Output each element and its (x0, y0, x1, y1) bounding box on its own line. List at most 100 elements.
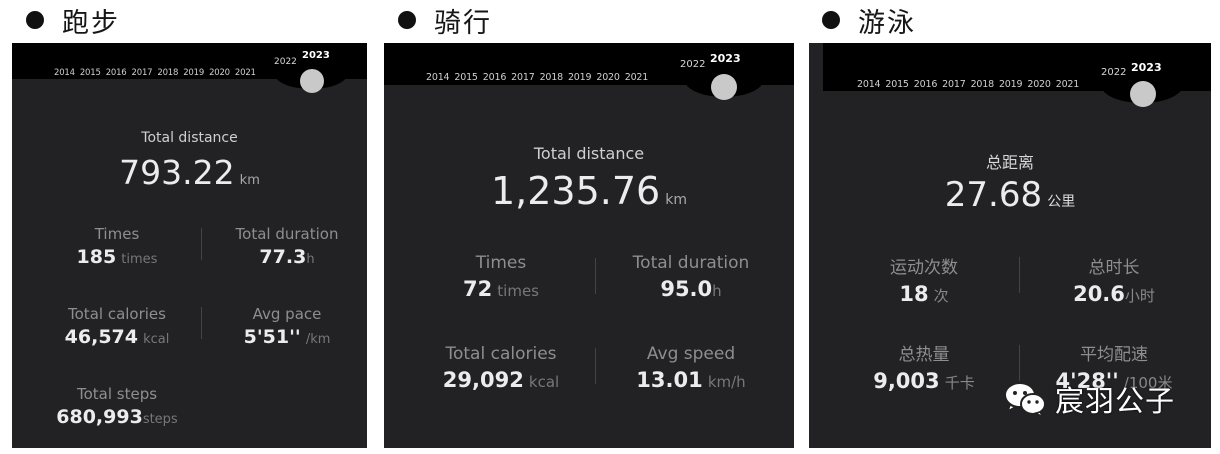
total-distance-label: Total distance (533, 144, 645, 163)
year-2021[interactable]: 2021 (1056, 79, 1080, 90)
year-2022[interactable]: 2022 (1101, 67, 1126, 78)
stat-label: Avg pace (252, 305, 322, 323)
year-2017[interactable]: 2017 (132, 68, 153, 78)
stat-value: 77.3 (259, 246, 307, 268)
year-2019[interactable]: 2019 (568, 72, 592, 83)
stat-value: 72 (462, 277, 493, 301)
total-distance: 793.22 km (12, 153, 367, 192)
stat-unit: /km (305, 332, 331, 347)
stat-label: Total calories (68, 305, 166, 323)
stat-value: 185 (76, 246, 117, 268)
stat-duration: Total duration 95.0h (606, 253, 776, 301)
year-2020[interactable]: 2020 (1027, 79, 1051, 90)
stat-unit: h (712, 282, 722, 300)
stat-unit: steps (142, 412, 178, 427)
stat-unit: km/h (707, 373, 746, 391)
stat-unit: 千卡 (944, 374, 975, 392)
section-title-text: 跑步 (62, 7, 120, 39)
running-card: 2014 2015 2016 2017 2018 2019 2020 2021 … (12, 43, 367, 448)
stat-steps: Total steps 680,993steps (46, 385, 188, 428)
stat-value: 9,003 (873, 369, 940, 393)
year-2018[interactable]: 2018 (540, 72, 564, 83)
year-2017[interactable]: 2017 (942, 79, 966, 90)
stat-times: Times 185 times (46, 225, 188, 268)
total-distance-value: 1,235.76 (490, 169, 661, 213)
year-2020[interactable]: 2020 (209, 68, 230, 78)
stat-value: 29,092 (442, 368, 524, 392)
year-2018[interactable]: 2018 (971, 79, 995, 90)
year-2022[interactable]: 2022 (680, 59, 705, 70)
stat-calories: Total calories 29,092 kcal (416, 344, 586, 392)
year-2021[interactable]: 2021 (235, 68, 256, 78)
year-2016[interactable]: 2016 (483, 72, 507, 83)
stat-unit: times (121, 252, 158, 267)
stat-unit: kcal (528, 373, 560, 391)
total-distance-unit: km (665, 192, 688, 208)
section-title-run: 跑步 (26, 2, 120, 39)
year-slider-knob[interactable] (711, 74, 737, 100)
year-slider-knob[interactable] (300, 69, 324, 93)
total-distance: 27.68 公里 (809, 175, 1211, 215)
divider (595, 348, 596, 384)
year-selector[interactable]: 2014 2015 2016 2017 2018 2019 2020 2021 (426, 72, 648, 83)
bullet-icon (398, 11, 416, 29)
year-selector[interactable]: 2014 2015 2016 2017 2018 2019 2020 2021 (54, 68, 256, 78)
divider (595, 258, 596, 294)
stat-value: 20.6 (1073, 282, 1125, 306)
stat-duration: Total duration 77.3h (212, 225, 362, 268)
stat-label: Total duration (632, 253, 750, 273)
stat-value: 46,574 (64, 326, 138, 348)
watermark-text: 宸羽公子 (1055, 384, 1176, 418)
year-2020[interactable]: 2020 (596, 72, 620, 83)
stat-label: Total steps (76, 385, 158, 403)
bullet-icon (26, 11, 44, 29)
section-title-ride: 骑行 (398, 2, 492, 39)
total-distance-label: Total distance (141, 130, 238, 146)
year-2021[interactable]: 2021 (625, 72, 649, 83)
year-2014[interactable]: 2014 (857, 79, 881, 90)
year-2015[interactable]: 2015 (80, 68, 101, 78)
total-distance-value: 793.22 (119, 153, 235, 192)
divider (201, 228, 202, 260)
divider (201, 307, 202, 339)
stat-unit: h (306, 252, 315, 267)
stat-label: Total calories (445, 344, 557, 364)
year-slider-knob[interactable] (1130, 81, 1156, 107)
year-selector[interactable]: 2014 2015 2016 2017 2018 2019 2020 2021 (857, 79, 1079, 90)
watermark: 宸羽公子 (1003, 378, 1175, 420)
year-2015[interactable]: 2015 (885, 79, 909, 90)
year-2014[interactable]: 2014 (426, 72, 450, 83)
stat-unit: times (497, 282, 540, 300)
year-2016[interactable]: 2016 (106, 68, 127, 78)
total-distance-label: 总距离 (985, 153, 1034, 172)
total-distance-unit: km (239, 173, 260, 188)
year-2023-selected[interactable]: 2023 (710, 52, 741, 65)
year-2023-selected[interactable]: 2023 (302, 50, 330, 61)
year-2019[interactable]: 2019 (999, 79, 1023, 90)
stat-times: 运动次数 18 次 (839, 253, 1009, 306)
stat-label: 总时长 (1088, 258, 1140, 278)
year-2022[interactable]: 2022 (274, 57, 297, 67)
year-2015[interactable]: 2015 (454, 72, 478, 83)
year-2017[interactable]: 2017 (511, 72, 535, 83)
section-title-text: 游泳 (858, 7, 916, 39)
year-2019[interactable]: 2019 (183, 68, 204, 78)
divider (1019, 345, 1020, 381)
section-title-swim: 游泳 (822, 2, 916, 39)
stat-label: 平均配速 (1080, 345, 1148, 365)
cycling-card: 2014 2015 2016 2017 2018 2019 2020 2021 … (384, 43, 794, 448)
stat-avg-speed: Avg speed 13.01 km/h (606, 344, 776, 392)
stat-calories: 总热量 9,003 千卡 (839, 340, 1009, 393)
stat-label: Total duration (235, 225, 339, 243)
stat-label: Times (94, 225, 140, 243)
stat-value: 5'51'' (243, 326, 301, 348)
year-2016[interactable]: 2016 (914, 79, 938, 90)
divider (1019, 257, 1020, 293)
stat-times: Times 72 times (416, 253, 586, 301)
stat-value: 13.01 (636, 368, 703, 392)
stat-duration: 总时长 20.6小时 (1029, 253, 1199, 306)
year-2014[interactable]: 2014 (54, 68, 75, 78)
year-2023-selected[interactable]: 2023 (1131, 61, 1162, 74)
stat-label: Avg speed (646, 344, 736, 364)
year-2018[interactable]: 2018 (157, 68, 178, 78)
